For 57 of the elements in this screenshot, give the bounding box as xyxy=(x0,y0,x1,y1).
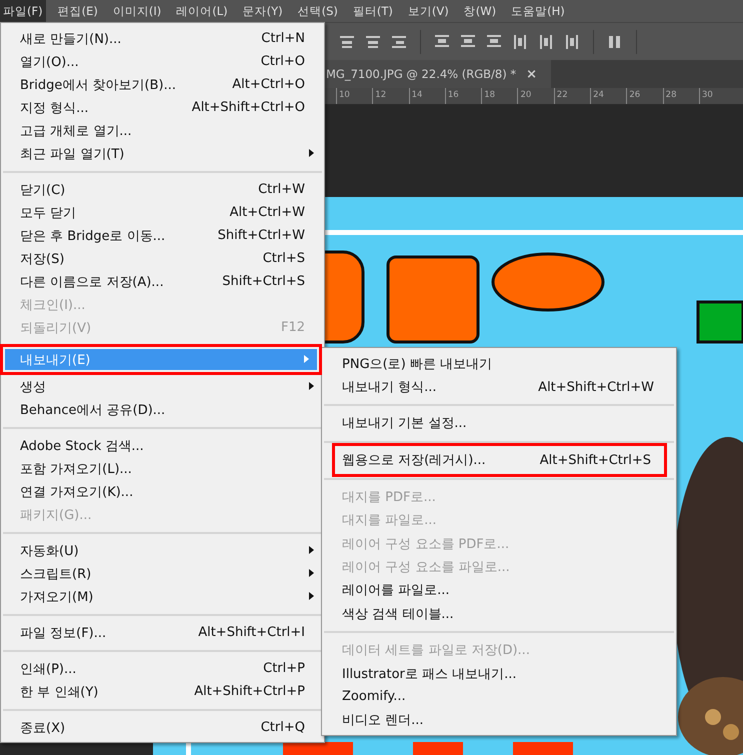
menu-item[interactable]: 내보내기 형식... Alt+Shift+Ctrl+W xyxy=(322,375,676,399)
menu-bar-item[interactable]: 도움말(H) xyxy=(508,0,568,22)
menu-item[interactable]: 연결 가져오기(K)... xyxy=(1,480,324,503)
menu-item[interactable]: 닫기(C) Ctrl+W xyxy=(1,178,324,201)
align-icon[interactable] xyxy=(511,32,529,50)
menu-item[interactable]: 파일 정보(F)... Alt+Shift+Ctrl+I xyxy=(1,621,324,644)
menu-item[interactable]: 지정 형식... Alt+Shift+Ctrl+O xyxy=(1,96,324,119)
ruler-label: 24 xyxy=(590,88,626,104)
menu-item[interactable]: 포함 가져오기(L)... xyxy=(1,457,324,480)
menu-bar-item[interactable]: 파일(F) xyxy=(0,0,46,22)
menu-item[interactable]: 스크립트(R) xyxy=(1,562,324,585)
menu-item[interactable]: Bridge에서 찾아보기(B)... Alt+Ctrl+O xyxy=(1,73,324,96)
ruler-label: 20 xyxy=(517,88,554,104)
menu-item[interactable]: 최근 파일 열기(T) xyxy=(1,142,324,165)
ruler-label: 30 xyxy=(698,88,736,104)
align-icon[interactable] xyxy=(537,32,555,50)
menu-bar-item[interactable]: 편집(E) xyxy=(54,0,101,22)
ruler-label: 16 xyxy=(444,88,482,104)
menu-item[interactable]: Behance에서 공유(D)... xyxy=(1,398,324,421)
menu-item[interactable]: Zoomify... xyxy=(322,685,676,709)
ruler-label: 22 xyxy=(554,88,590,104)
ruler-label: 26 xyxy=(626,88,663,104)
menu-item[interactable]: 가져오기(M) xyxy=(1,585,324,608)
menu-bar-item[interactable]: 필터(T) xyxy=(350,0,396,22)
menu-item[interactable]: 비디오 렌더... xyxy=(322,708,676,732)
menu-item[interactable]: 생성 xyxy=(1,375,324,398)
ruler-label: 28 xyxy=(662,88,699,104)
menu-item[interactable]: 인쇄(P)... Ctrl+P xyxy=(1,657,324,680)
menu-item[interactable]: Adobe Stock 검색... xyxy=(1,434,324,457)
menu-item[interactable]: 자동화(U) xyxy=(1,539,324,562)
document-tab[interactable]: MG_7100.JPG @ 22.4% (RGB/8) * × xyxy=(322,60,552,88)
menu-item[interactable]: 저장(S) Ctrl+S xyxy=(1,247,324,270)
menu-item[interactable]: 닫은 후 Bridge로 이동... Shift+Ctrl+W xyxy=(1,224,324,247)
menu-bar-item[interactable]: 창(W) xyxy=(460,0,500,22)
close-button[interactable]: × xyxy=(526,66,538,82)
menu-item[interactable]: 웹용으로 저장(레거시)... Alt+Shift+Ctrl+S xyxy=(332,443,667,478)
menu-item[interactable]: Illustrator로 패스 내보내기... xyxy=(322,662,676,686)
menu-item[interactable]: 열기(O)... Ctrl+O xyxy=(1,50,324,73)
menu-bar-item[interactable]: 문자(Y) xyxy=(240,0,286,22)
menu-item[interactable]: 색상 검색 테이블... xyxy=(322,602,676,626)
menu-bar-item[interactable]: 레이어(L) xyxy=(173,0,231,22)
ruler-label: 10 xyxy=(336,88,372,104)
menu-item[interactable]: PNG으(로) 빠른 내보내기 xyxy=(322,352,676,376)
menu-bar-item[interactable]: 이미지(I) xyxy=(110,0,164,22)
menu-item[interactable]: 고급 개체로 열기... xyxy=(1,119,324,142)
menu-item[interactable]: 내보내기 기본 설정... xyxy=(322,412,676,436)
ruler-label: 18 xyxy=(481,88,518,104)
menu-bar-item[interactable]: 선택(S) xyxy=(294,0,341,22)
menu-bar-item[interactable]: 보기(V) xyxy=(404,0,452,22)
ruler-label: 14 xyxy=(408,88,445,104)
menu-item[interactable]: 한 부 인쇄(Y) Alt+Shift+Ctrl+P xyxy=(1,680,324,703)
ruler-label: 12 xyxy=(372,88,409,104)
menu-item[interactable]: 모두 닫기 Alt+Ctrl+W xyxy=(1,201,324,224)
align-icon[interactable] xyxy=(563,32,581,50)
menu-item[interactable]: 레이어를 파일로... xyxy=(322,578,676,602)
menu-item[interactable]: 다른 이름으로 저장(A)... Shift+Ctrl+S xyxy=(1,270,324,293)
menu-item[interactable]: 종료(X) Ctrl+Q xyxy=(1,716,324,739)
